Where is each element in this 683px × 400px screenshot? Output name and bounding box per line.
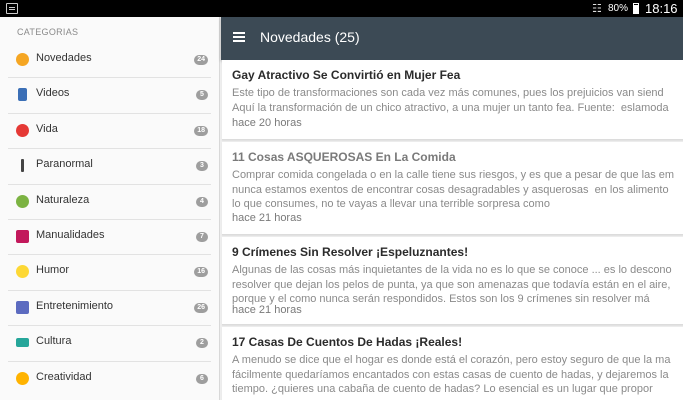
article-card[interactable]: 9 Crímenes Sin Resolver ¡Espeluznantes! … bbox=[222, 237, 683, 325]
ghost-icon bbox=[21, 159, 24, 173]
sidebar-item-humor[interactable]: Humor 16 bbox=[8, 255, 211, 291]
battery-icon bbox=[633, 3, 639, 14]
excerpt-line: fácilmente quedaríamos encantados con es… bbox=[232, 368, 669, 381]
excerpt-line: nunca estamos exentos de encontrar cosas… bbox=[232, 183, 669, 196]
hamburger-icon[interactable] bbox=[233, 32, 245, 42]
sidebar-item-label: Manualidades bbox=[36, 228, 105, 241]
smiley-icon bbox=[16, 265, 29, 279]
confetti-icon bbox=[16, 300, 29, 314]
sidebar-item-cultura[interactable]: Cultura 2 bbox=[8, 326, 211, 362]
heart-icon bbox=[16, 123, 29, 137]
article-card[interactable]: Gay Atractivo Se Convirtió en Mujer Fea … bbox=[222, 60, 683, 140]
sidebar-item-label: Entretenimiento bbox=[36, 299, 114, 312]
sidebar-item-label: Videos bbox=[36, 87, 70, 100]
excerpt-line: resolver que dejan los pelos de punta, y… bbox=[232, 278, 671, 291]
count-badge: 16 bbox=[194, 267, 208, 278]
sidebar-item-manualidades[interactable]: Manualidades 7 bbox=[8, 220, 211, 256]
books-icon bbox=[16, 229, 29, 243]
wifi-icon: ☷ bbox=[592, 2, 602, 15]
sidebar-item-videos[interactable]: Videos 5 bbox=[8, 78, 211, 114]
article-title[interactable]: 17 Casas De Cuentos De Hadas ¡Reales! bbox=[232, 335, 462, 349]
article-title[interactable]: 11 Cosas ASQUEROSAS En La Comida bbox=[232, 150, 456, 164]
notification-icon bbox=[6, 3, 18, 14]
sun-icon bbox=[16, 53, 29, 66]
article-title[interactable]: Gay Atractivo Se Convirtió en Mujer Fea bbox=[232, 68, 460, 82]
article-card[interactable]: 17 Casas De Cuentos De Hadas ¡Reales! A … bbox=[222, 327, 683, 400]
app-bar: Novedades (25) bbox=[221, 17, 683, 60]
sidebar-item-label: Humor bbox=[36, 264, 70, 277]
sidebar-item-naturaleza[interactable]: Naturaleza 4 bbox=[8, 185, 211, 220]
sidebar-item-label: Paranormal bbox=[36, 158, 93, 171]
excerpt-line: A menudo se dice que el hogar es donde e… bbox=[232, 354, 671, 366]
article-excerpt: A menudo se dice que el hogar es donde e… bbox=[232, 353, 670, 397]
sidebar-item-vida[interactable]: Vida 18 bbox=[8, 114, 211, 150]
sidebar-item-label: Naturaleza bbox=[36, 193, 90, 206]
excerpt-line: tiempo. ¿quieres una cabaña de cuento de… bbox=[232, 383, 653, 395]
sidebar-item-entretenimiento[interactable]: Entretenimiento 26 bbox=[8, 291, 211, 327]
category-drawer: CATEGORIAS Novedades 24 Videos 5 Vida 18… bbox=[0, 17, 220, 400]
page-title: Novedades (25) bbox=[260, 29, 360, 45]
article-excerpt: Algunas de las cosas más inquietantes de… bbox=[232, 263, 672, 307]
count-badge: 5 bbox=[196, 90, 208, 101]
count-badge: 3 bbox=[196, 161, 208, 172]
article-excerpt: Comprar comida congelada o en la calle t… bbox=[232, 168, 674, 212]
article-timestamp: hace 21 horas bbox=[232, 212, 302, 224]
article-timestamp: hace 21 horas bbox=[232, 304, 302, 316]
sidebar-item-novedades[interactable]: Novedades 24 bbox=[8, 43, 211, 79]
book-icon bbox=[16, 338, 29, 348]
sidebar-item-label: Cultura bbox=[36, 335, 72, 348]
article-excerpt: Este tipo de transformaciones son cada v… bbox=[232, 86, 669, 115]
article-title[interactable]: 9 Crímenes Sin Resolver ¡Espeluznantes! bbox=[232, 245, 468, 259]
sidebar-item-label: Vida bbox=[36, 122, 58, 135]
leaf-icon bbox=[16, 194, 29, 208]
bulb-icon bbox=[16, 371, 29, 385]
category-list: Novedades 24 Videos 5 Vida 18 Paranormal… bbox=[0, 43, 219, 397]
excerpt-line: Algunas de las cosas más inquietantes de… bbox=[232, 264, 672, 276]
sidebar-item-paranormal[interactable]: Paranormal 3 bbox=[8, 149, 211, 185]
excerpt-line: lo que consumes, no te vayas a llevar un… bbox=[232, 198, 550, 210]
excerpt-line: Este tipo de transformaciones son cada v… bbox=[232, 87, 664, 99]
excerpt-line: Comprar comida congelada o en la calle t… bbox=[232, 169, 675, 181]
count-badge: 4 bbox=[196, 196, 208, 207]
sidebar-header: CATEGORIAS bbox=[17, 27, 79, 37]
count-badge: 18 bbox=[194, 125, 208, 136]
article-timestamp: hace 20 horas bbox=[232, 117, 302, 129]
count-badge: 7 bbox=[196, 231, 208, 242]
sidebar-item-label: Novedades bbox=[36, 52, 92, 64]
article-feed[interactable]: Gay Atractivo Se Convirtió en Mujer Fea … bbox=[221, 60, 683, 400]
clock: 18:16 bbox=[645, 1, 678, 16]
battery-percent: 80% bbox=[608, 3, 629, 14]
excerpt-line: Aquí la transformación de un chico atrac… bbox=[232, 101, 669, 114]
count-badge: 6 bbox=[196, 373, 208, 384]
count-badge: 24 bbox=[194, 55, 208, 65]
article-card[interactable]: 11 Cosas ASQUEROSAS En La Comida Comprar… bbox=[222, 142, 683, 235]
sidebar-item-creatividad[interactable]: Creatividad 6 bbox=[8, 362, 211, 397]
count-badge: 2 bbox=[196, 338, 208, 349]
film-icon bbox=[18, 88, 27, 102]
count-badge: 26 bbox=[194, 302, 208, 313]
sidebar-item-label: Creatividad bbox=[36, 370, 92, 383]
status-bar: ☷ 80% 18:16 bbox=[0, 0, 683, 17]
